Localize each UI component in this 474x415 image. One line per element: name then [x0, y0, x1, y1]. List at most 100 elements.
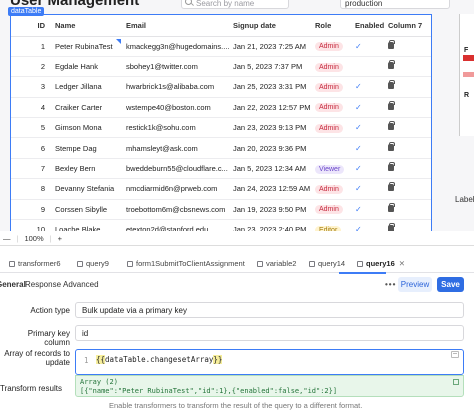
table-row[interactable]: 9 Corssen Sibylle troebottom6m@cbsnews.com…	[11, 199, 431, 221]
cell-role[interactable]: Admin	[311, 97, 351, 119]
column-header-column-7[interactable]: Column 7	[384, 15, 431, 37]
cell-name[interactable]: Gimson Mona	[51, 117, 122, 139]
expand-editor-icon[interactable]	[451, 351, 459, 358]
column-header-id[interactable]: ID	[11, 15, 51, 37]
cell-enabled[interactable]: ✓	[351, 36, 384, 57]
cell-email[interactable]: bweddeburn55@cloudflare.c...	[122, 158, 229, 180]
table-row[interactable]: 6 Stempe Dag mhamsleyt@ask.com Jan 20, 2023…	[11, 137, 431, 159]
cell-name[interactable]: Peter RubinaTest	[51, 36, 122, 57]
cell-name[interactable]: Stempe Dag	[51, 137, 122, 159]
cell-id[interactable]: 10	[11, 219, 51, 231]
search-input[interactable]: Search by name	[181, 0, 289, 9]
cell-enabled[interactable]: ✓	[351, 97, 384, 119]
cell-email[interactable]: troebottom6m@cbsnews.com	[122, 199, 229, 221]
zoom-level[interactable]: 100%	[24, 234, 43, 243]
primary-key-select[interactable]: id	[75, 325, 464, 341]
cell-enabled[interactable]: ✓	[351, 178, 384, 200]
cell-signup-date[interactable]: Jan 20, 2023 9:36 PM	[229, 137, 311, 159]
tab-transformer6[interactable]: transformer6	[9, 259, 61, 268]
cell-column-7[interactable]	[384, 219, 431, 231]
cell-name[interactable]: Bexley Bern	[51, 158, 122, 180]
records-code-editor[interactable]: 1 {{dataTable.changesetArray}}	[75, 349, 464, 375]
tab-query16[interactable]: query16 ✕	[357, 259, 405, 268]
more-options-button[interactable]: •••	[385, 280, 396, 289]
close-tab-icon[interactable]: ✕	[399, 259, 405, 268]
cell-signup-date[interactable]: Jan 5, 2023 7:37 PM	[229, 56, 311, 78]
cell-signup-date[interactable]: Jan 23, 2023 2:40 PM	[229, 219, 311, 231]
column-header-enabled[interactable]: Enabled	[351, 15, 384, 37]
table-row[interactable]: 1 Peter RubinaTest kmackegg3n@hugedomains.…	[11, 36, 431, 57]
cell-signup-date[interactable]: Jan 19, 2023 9:50 PM	[229, 199, 311, 221]
cell-email[interactable]: nmcdiarmid6n@prweb.com	[122, 178, 229, 200]
cell-signup-date[interactable]: Jan 5, 2023 12:34 AM	[229, 158, 311, 180]
column-header-role[interactable]: Role	[311, 15, 351, 37]
tab-advanced[interactable]: Advanced	[63, 280, 99, 289]
cell-enabled[interactable]: ✓	[351, 158, 384, 180]
component-badge[interactable]: dataTable	[8, 7, 45, 16]
cell-role[interactable]: Admin	[311, 36, 351, 57]
cell-name[interactable]: Devanny Stefania	[51, 178, 122, 200]
cell-role[interactable]: Admin	[311, 199, 351, 221]
code-line[interactable]: {{dataTable.changesetArray}}	[96, 355, 223, 364]
cell-id[interactable]: 1	[11, 36, 51, 57]
cell-email[interactable]: mhamsleyt@ask.com	[122, 137, 229, 159]
preview-button[interactable]: Preview	[398, 277, 432, 292]
cell-email[interactable]: kmackegg3n@hugedomains....	[122, 36, 229, 57]
cell-column-7[interactable]	[384, 158, 431, 180]
cell-name[interactable]: Ledger Jillana	[51, 76, 122, 98]
cell-role[interactable]: Admin	[311, 76, 351, 98]
cell-signup-date[interactable]: Jan 24, 2023 12:59 AM	[229, 178, 311, 200]
cell-id[interactable]: 2	[11, 56, 51, 78]
cell-column-7[interactable]	[384, 178, 431, 200]
cell-email[interactable]: wstempe40@boston.com	[122, 97, 229, 119]
table-row[interactable]: 5 Gimson Mona restick1k@sohu.com Jan 23, 20…	[11, 117, 431, 139]
cell-id[interactable]: 3	[11, 76, 51, 98]
cell-column-7[interactable]	[384, 36, 431, 57]
cell-column-7[interactable]	[384, 199, 431, 221]
cell-name[interactable]: Corssen Sibylle	[51, 199, 122, 221]
tab-query14[interactable]: query14	[309, 259, 345, 268]
tab-variable2[interactable]: variable2	[257, 259, 296, 268]
save-button[interactable]: Save	[437, 277, 464, 292]
environment-select[interactable]: production	[340, 0, 450, 9]
cell-email[interactable]: restick1k@sohu.com	[122, 117, 229, 139]
cell-enabled[interactable]: ✓	[351, 219, 384, 231]
zoom-out-icon[interactable]: —	[3, 234, 11, 243]
cell-signup-date[interactable]: Jan 21, 2023 7:25 AM	[229, 36, 311, 57]
cell-enabled[interactable]: ✓	[351, 76, 384, 98]
column-header-email[interactable]: Email	[122, 15, 229, 37]
tab-response[interactable]: Response	[25, 280, 61, 289]
cell-signup-date[interactable]: Jan 22, 2023 12:57 PM	[229, 97, 311, 119]
table-row[interactable]: 8 Devanny Stefania nmcdiarmid6n@prweb.com J…	[11, 178, 431, 200]
cell-id[interactable]: 7	[11, 158, 51, 180]
cell-id[interactable]: 9	[11, 199, 51, 221]
tab-query9[interactable]: query9	[77, 259, 109, 268]
cell-name[interactable]: Loache Blake	[51, 219, 122, 231]
copy-icon[interactable]	[453, 379, 459, 385]
cell-role[interactable]: Admin	[311, 178, 351, 200]
cell-role[interactable]: Admin	[311, 117, 351, 139]
cell-id[interactable]: 8	[11, 178, 51, 200]
tab-general[interactable]: General	[0, 280, 26, 289]
table-row[interactable]: 10 Loache Blake etexton2d@stanford.edu Jan …	[11, 219, 431, 231]
cell-id[interactable]: 4	[11, 97, 51, 119]
cell-column-7[interactable]	[384, 76, 431, 98]
cell-column-7[interactable]	[384, 137, 431, 159]
cell-enabled[interactable]: ✓	[351, 117, 384, 139]
table-row[interactable]: 4 Craiker Carter wstempe40@boston.com Jan 2…	[11, 97, 431, 119]
cell-email[interactable]: hwarbrick1s@alibaba.com	[122, 76, 229, 98]
column-header-signup-date[interactable]: Signup date	[229, 15, 311, 37]
cell-name[interactable]: Craiker Carter	[51, 97, 122, 119]
cell-id[interactable]: 6	[11, 137, 51, 159]
column-header-name[interactable]: Name	[51, 15, 122, 37]
cell-column-7[interactable]	[384, 117, 431, 139]
cell-enabled[interactable]: ✓	[351, 199, 384, 221]
tab-form1-submit[interactable]: form1SubmitToClientAssignment	[127, 259, 245, 268]
cell-role[interactable]	[311, 137, 351, 159]
cell-role[interactable]: Admin	[311, 56, 351, 78]
cell-role[interactable]: Editor	[311, 219, 351, 231]
table-row[interactable]: 2 Egdale Hank sbohey1@twitter.com Jan 5, 20…	[11, 56, 431, 78]
cell-column-7[interactable]	[384, 56, 431, 78]
zoom-in-icon[interactable]: +	[58, 234, 62, 243]
cell-email[interactable]: sbohey1@twitter.com	[122, 56, 229, 78]
